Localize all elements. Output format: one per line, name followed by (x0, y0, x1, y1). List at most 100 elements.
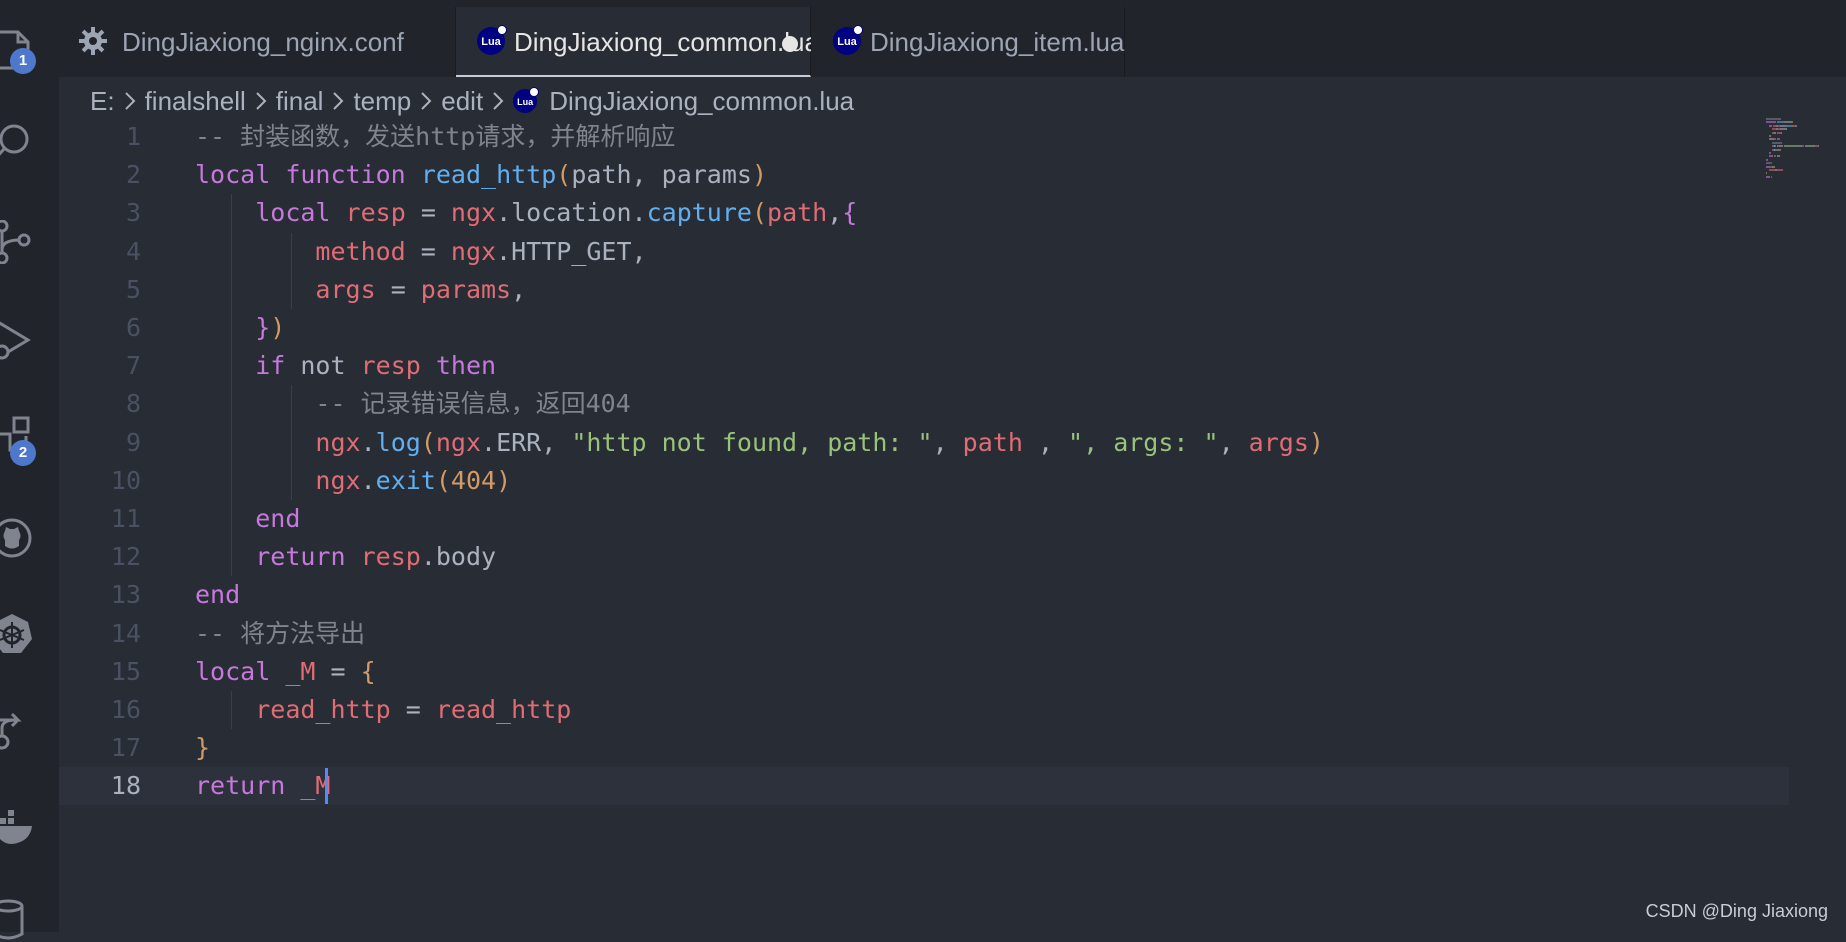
unsaved-dot-icon[interactable] (782, 36, 798, 52)
github-icon[interactable] (0, 510, 59, 560)
code-text: end (195, 576, 240, 614)
indent-guide (291, 232, 293, 309)
code-text: method = ngx.HTTP_GET, (195, 233, 647, 271)
code-line[interactable]: 9 ngx.log(ngx.ERR, "http not found, path… (59, 424, 1789, 462)
code-text: }) (195, 309, 285, 347)
minimap-token (1777, 138, 1780, 141)
code-line[interactable]: 2 local function read_http(path, params) (59, 156, 1789, 194)
code-token: ( (420, 427, 436, 457)
code-text: ngx.exit(404) (195, 462, 511, 500)
code-token: -- 记录错误信息，返回404 (315, 389, 631, 419)
breadcrumb-item-finalshell[interactable]: finalshell (145, 86, 246, 117)
minimap-token (1780, 148, 1781, 151)
line-number: 4 (125, 236, 141, 266)
chevron-right-icon (420, 91, 432, 111)
code-token: { (842, 198, 858, 228)
code-token: ngx (450, 236, 497, 266)
source-control-icon[interactable] (0, 214, 59, 264)
code-line[interactable]: 17} (59, 729, 1789, 767)
minimap-token (1766, 121, 1770, 124)
code-token: ) (1308, 427, 1324, 457)
breadcrumb: E: finalshell final temp edit Lua DingJi… (90, 84, 854, 118)
code-token: ) (270, 313, 286, 342)
code-line[interactable]: 12 return resp.body (59, 538, 1789, 576)
extensions-icon[interactable]: 2 (0, 410, 59, 466)
minimap-token (1780, 131, 1782, 134)
explorer-badge: 1 (10, 48, 36, 74)
line-number: 3 (125, 198, 141, 228)
code-token: . (360, 465, 376, 495)
watermark: CSDN @Ding Jiaxiong (1645, 901, 1828, 921)
tab-item-lua[interactable]: Lua DingJiaxiong_item.lua (811, 7, 1125, 77)
code-token: , (932, 427, 963, 457)
code-text: -- 将方法导出 (195, 615, 365, 653)
breadcrumb-item-drive[interactable]: E: (90, 86, 115, 117)
minimap-token (1768, 152, 1771, 154)
code-line[interactable]: 15 local _M = { (59, 653, 1789, 691)
tab-nginx-conf[interactable]: DingJiaxiong_nginx.conf (59, 7, 456, 77)
code-token: capture (646, 198, 752, 228)
minimap-token (1780, 124, 1787, 127)
code-token: resp (360, 351, 421, 381)
remote-explorer-icon[interactable] (0, 700, 59, 750)
search-icon[interactable] (0, 116, 59, 166)
code-token: return (195, 771, 286, 801)
code-line[interactable]: 6 }) (59, 309, 1789, 347)
text-cursor (324, 768, 328, 805)
code-line[interactable]: 7 if not resp then (59, 347, 1789, 385)
code-line[interactable]: 1 -- 封装函数，发送http请求，并解析响应 (59, 118, 1789, 156)
code-token: = (375, 274, 421, 304)
code-line[interactable]: 16 read_http = read_http (59, 691, 1789, 729)
code-text: return resp.body (195, 538, 496, 576)
code-line[interactable]: 10 ngx.exit(404) (59, 462, 1789, 500)
code-text: end (195, 500, 300, 538)
breadcrumb-item-file[interactable]: DingJiaxiong_common.lua (549, 86, 854, 117)
code-line[interactable]: 4 method = ngx.HTTP_GET, (59, 233, 1789, 271)
code-token: ( (435, 465, 451, 495)
tab-label: DingJiaxiong_nginx.conf (122, 27, 404, 57)
code-token: } (195, 733, 211, 763)
code-line[interactable]: 14 -- 将方法导出 (59, 615, 1789, 653)
database-icon[interactable] (0, 892, 59, 942)
minimap-token (1768, 155, 1773, 158)
code-line[interactable]: 8 -- 记录错误信息，返回404 (59, 385, 1789, 423)
code-text: ngx.log(ngx.ERR, "http not found, path: … (195, 424, 1324, 462)
tab-common-lua[interactable]: Lua DingJiaxiong_common.lua (456, 7, 819, 77)
code-token: { (360, 656, 376, 686)
breadcrumb-item-temp[interactable]: temp (353, 86, 411, 117)
code-token: -- 将方法导出 (195, 618, 366, 648)
line-number: 10 (110, 465, 141, 495)
files-icon[interactable]: 1 (0, 22, 59, 74)
code-token: if (255, 351, 286, 381)
kubernetes-icon[interactable] (0, 606, 59, 656)
line-number: 5 (125, 274, 141, 304)
code-token: = (405, 236, 451, 266)
minimap-token (1766, 165, 1770, 168)
code-token: then (435, 351, 497, 381)
breadcrumb-item-edit[interactable]: edit (441, 86, 483, 117)
code-text: args = params, (195, 271, 526, 309)
run-debug-icon[interactable] (0, 312, 59, 362)
code-line[interactable]: 11 end (59, 500, 1789, 538)
docker-icon[interactable] (0, 800, 59, 850)
code-token: ) (751, 160, 768, 190)
code-line[interactable]: 5 args = params, (59, 271, 1789, 309)
indent-guide (231, 194, 233, 577)
code-line[interactable]: 13 end (59, 576, 1789, 614)
code-token: local (195, 160, 271, 190)
minimap-token (1770, 175, 1773, 178)
breadcrumb-item-final[interactable]: final (276, 86, 324, 117)
code-line[interactable]: 3 local resp = ngx.location.capture(path… (59, 194, 1789, 232)
code-token: , (511, 274, 527, 304)
code-token: return (255, 542, 346, 572)
code-token: .HTTP_GET, (496, 236, 647, 266)
minimap-token (1776, 155, 1780, 158)
minimap[interactable] (1766, 118, 1846, 198)
code-token: local (255, 198, 331, 228)
minimap-token (1769, 135, 1771, 137)
code-line[interactable]: 18 return _M (59, 767, 1789, 806)
